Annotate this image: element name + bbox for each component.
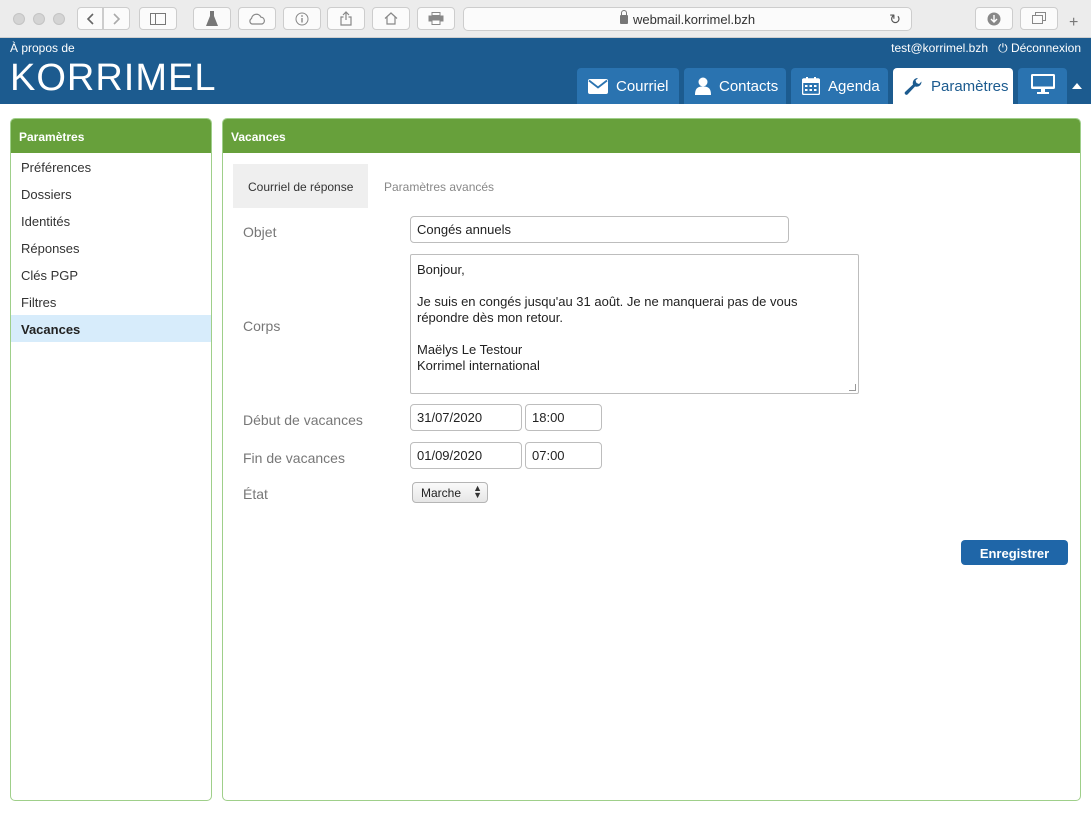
info-icon (295, 12, 309, 25)
resize-handle[interactable] (849, 384, 856, 391)
logout-label: Déconnexion (1010, 41, 1081, 55)
tab-contacts[interactable]: Contacts (684, 68, 786, 104)
share-icon (340, 11, 352, 26)
envelope-icon (588, 78, 608, 94)
cloud-icon (249, 13, 265, 25)
tabs-icon (1032, 12, 1046, 24)
start-date-input[interactable]: 31/07/2020 (410, 404, 522, 431)
state-select[interactable]: Marche ▲ ▼ (412, 482, 488, 503)
extension-button[interactable] (193, 7, 231, 30)
tab-courriel-de-reponse[interactable]: Courriel de réponse (233, 164, 368, 208)
body-text: Bonjour, Je suis en congés jusqu'au 31 a… (417, 262, 798, 373)
lock-icon (619, 10, 628, 24)
body-textarea[interactable]: Bonjour, Je suis en congés jusqu'au 31 a… (410, 254, 859, 394)
close-window-button[interactable] (13, 13, 25, 25)
start-label: Début de vacances (243, 412, 363, 428)
home-button[interactable] (372, 7, 410, 30)
home-icon (384, 12, 398, 25)
sidebar-item-filtres[interactable]: Filtres (11, 288, 211, 315)
collapse-header-icon[interactable] (1072, 83, 1082, 89)
sidebar-item-preferences[interactable]: Préférences (11, 153, 211, 180)
downloads-button[interactable] (975, 7, 1013, 30)
back-button[interactable] (77, 7, 103, 30)
save-button[interactable]: Enregistrer (961, 540, 1068, 565)
sidebar-item-vacances[interactable]: Vacances (11, 315, 211, 342)
tab-parametres[interactable]: Paramètres (893, 68, 1013, 104)
body-label: Corps (243, 318, 281, 334)
sidebar-item-cles-pgp[interactable]: Clés PGP (11, 261, 211, 288)
tab-agenda[interactable]: Agenda (791, 68, 888, 104)
cloud-button[interactable] (238, 7, 276, 30)
start-time-input[interactable]: 18:00 (525, 404, 602, 431)
calendar-icon (802, 77, 820, 95)
forward-button[interactable] (103, 7, 130, 30)
download-icon (987, 12, 1001, 25)
tab-label: Paramètres (931, 77, 1009, 95)
chevron-left-icon (86, 12, 94, 25)
sidebar-item-reponses[interactable]: Réponses (11, 234, 211, 261)
tab-label: Agenda (828, 77, 880, 95)
url-text: webmail.korrimel.bzh (632, 12, 756, 27)
tabs-overview-button[interactable] (1020, 7, 1058, 30)
tab-label: Contacts (719, 77, 779, 95)
wrench-icon (904, 77, 923, 96)
about-link[interactable]: À propos de (10, 41, 75, 55)
sidebar-item-dossiers[interactable]: Dossiers (11, 180, 211, 207)
sidebar-title: Paramètres (11, 119, 211, 153)
printer-icon (428, 12, 444, 25)
user-email: test@korrimel.bzh (891, 41, 988, 55)
main-panel: Vacances Courriel de réponse Paramètres … (222, 118, 1081, 801)
logout-button[interactable]: ⏻ Déconnexion (998, 41, 1081, 56)
user-icon (695, 77, 711, 95)
sidebar: Paramètres Préférences Dossiers Identité… (10, 118, 212, 801)
minimize-window-button[interactable] (33, 13, 45, 25)
subject-input[interactable]: Congés annuels (410, 216, 789, 243)
end-time-input[interactable]: 07:00 (525, 442, 602, 469)
monitor-icon (1031, 74, 1055, 98)
info-button[interactable] (283, 7, 321, 30)
updown-arrows-icon: ▲ ▼ (473, 483, 482, 500)
display-mode-button[interactable] (1018, 68, 1067, 104)
state-value: Marche (421, 486, 462, 500)
page-title: Vacances (223, 119, 1080, 153)
end-label: Fin de vacances (243, 450, 345, 466)
print-button[interactable] (417, 7, 455, 30)
tab-label: Courriel (616, 77, 669, 95)
power-icon: ⏻ (998, 41, 1008, 55)
flask-icon (206, 10, 218, 26)
address-bar[interactable]: webmail.korrimel.bzh ↻ (463, 7, 912, 31)
new-tab-button[interactable]: + (1069, 14, 1078, 32)
logo: KORRIMEL (10, 57, 217, 99)
sidebar-icon (150, 12, 166, 25)
browser-toolbar: webmail.korrimel.bzh ↻ + (0, 0, 1091, 38)
chevron-right-icon (112, 12, 120, 25)
reload-icon[interactable]: ↻ (889, 11, 901, 28)
tab-courriel[interactable]: Courriel (577, 68, 679, 104)
sidebar-item-identites[interactable]: Identités (11, 207, 211, 234)
end-date-input[interactable]: 01/09/2020 (410, 442, 522, 469)
zoom-window-button[interactable] (53, 13, 65, 25)
tab-parametres-avances[interactable]: Paramètres avancés (368, 164, 518, 208)
state-label: État (243, 486, 268, 502)
share-button[interactable] (327, 7, 365, 30)
app-header: À propos de KORRIMEL test@korrimel.bzh ⏻… (0, 38, 1091, 104)
subject-label: Objet (243, 224, 277, 240)
sidebar-toggle-button[interactable] (139, 7, 177, 30)
